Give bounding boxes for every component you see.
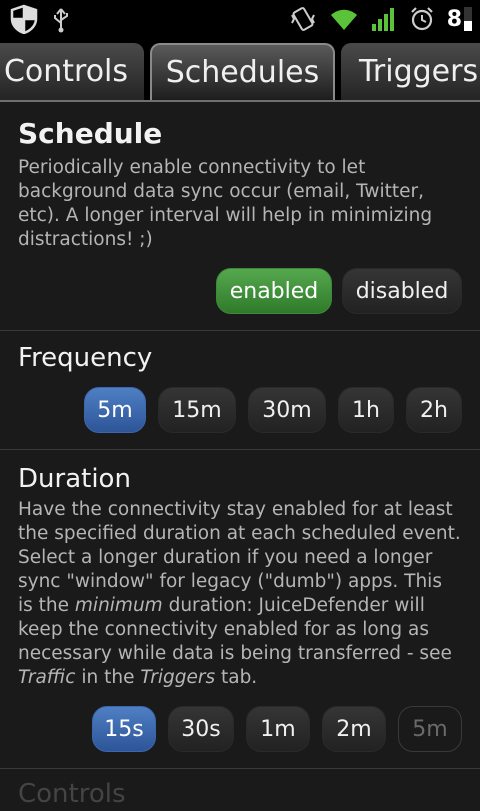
battery-level-text: 8 — [446, 6, 462, 32]
option-label: 1m — [260, 716, 296, 742]
description-emphasis: Triggers — [140, 667, 216, 688]
battery-icon — [464, 7, 472, 31]
button-label: enabled — [229, 278, 319, 304]
shield-icon — [10, 4, 38, 34]
description-emphasis: minimum — [74, 595, 163, 616]
tab-label: Triggers — [359, 54, 479, 89]
vibrate-icon — [290, 7, 315, 31]
settings-content: Schedule Periodically enable connectivit… — [0, 102, 480, 811]
duration-options: 15s 30s 1m 2m 5m — [18, 706, 462, 752]
duration-title: Duration — [18, 464, 131, 494]
schedule-description: Periodically enable connectivity to let … — [18, 157, 433, 250]
schedule-toggle: enabled disabled — [18, 268, 462, 314]
schedule-title: Schedule — [18, 117, 163, 150]
enabled-button[interactable]: enabled — [216, 268, 332, 314]
duration-option-30s[interactable]: 30s — [168, 706, 234, 752]
duration-option-15s[interactable]: 15s — [92, 706, 156, 752]
frequency-option-15m[interactable]: 15m — [158, 387, 236, 433]
option-label: 5m — [412, 716, 448, 742]
description-emphasis: Traffic — [18, 667, 76, 688]
option-label: 15s — [104, 716, 144, 742]
status-bar: 8 — [0, 0, 480, 38]
alarm-icon — [410, 7, 433, 31]
frequency-options: 5m 15m 30m 1h 2h — [18, 387, 462, 433]
option-label: 2h — [420, 397, 448, 423]
tab-schedules[interactable]: Schedules — [150, 43, 335, 100]
tab-controls[interactable]: Controls — [0, 43, 144, 100]
divider — [0, 768, 480, 769]
option-label: 1h — [352, 397, 380, 423]
frequency-option-1h[interactable]: 1h — [338, 387, 394, 433]
tab-triggers[interactable]: Triggers — [341, 43, 480, 100]
duration-section: Duration Have the connectivity stay enab… — [0, 450, 480, 768]
next-section-title: Controls — [18, 779, 126, 809]
description-text: in the — [75, 667, 141, 688]
option-label: 30m — [262, 397, 312, 423]
option-label: 15m — [172, 397, 222, 423]
usb-icon — [54, 8, 68, 33]
disabled-button[interactable]: disabled — [342, 268, 462, 314]
option-label: 5m — [97, 397, 133, 423]
frequency-title: Frequency — [18, 343, 153, 373]
duration-option-2m[interactable]: 2m — [322, 706, 386, 752]
description-text: tab. — [215, 667, 258, 688]
frequency-option-2h[interactable]: 2h — [406, 387, 462, 433]
duration-description: Have the connectivity stay enabled for a… — [18, 498, 462, 690]
tab-label: Controls — [3, 54, 129, 89]
tab-label: Schedules — [165, 55, 320, 90]
option-label: 2m — [336, 716, 372, 742]
frequency-section: Frequency 5m 15m 30m 1h 2h — [0, 331, 480, 449]
signal-icon — [371, 8, 394, 31]
duration-option-5m: 5m — [398, 706, 462, 752]
duration-option-1m[interactable]: 1m — [246, 706, 310, 752]
option-label: 30s — [181, 716, 221, 742]
schedule-section: Schedule Periodically enable connectivit… — [0, 116, 480, 330]
frequency-option-30m[interactable]: 30m — [248, 387, 326, 433]
wifi-icon — [330, 9, 357, 30]
button-label: disabled — [355, 278, 449, 304]
tab-bar: Controls Schedules Triggers — [0, 38, 480, 102]
frequency-option-5m[interactable]: 5m — [84, 387, 146, 433]
